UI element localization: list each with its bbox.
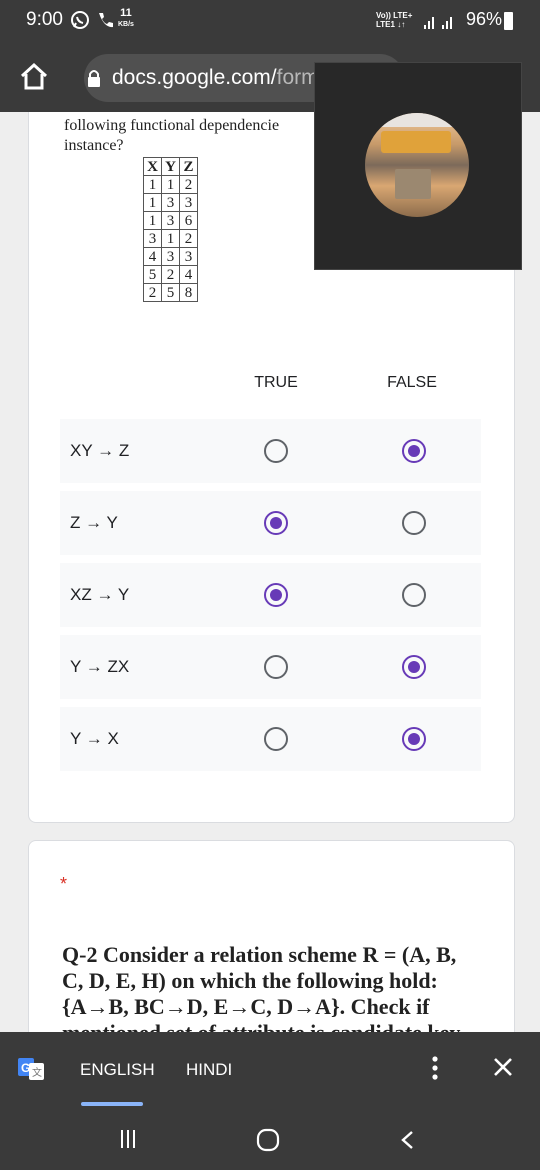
relation-cell: 6 [179, 211, 198, 230]
row-label: Y → ZX [70, 657, 130, 676]
relation-cell: 5 [161, 283, 180, 302]
relation-header: X [143, 157, 162, 176]
home-nav-icon[interactable] [256, 1128, 280, 1152]
battery-percent: 96% [466, 9, 503, 29]
relation-header: Z [179, 157, 198, 176]
back-icon[interactable] [400, 1130, 414, 1150]
recent-apps-icon[interactable] [118, 1129, 138, 1149]
status-time: 9:00 [26, 9, 63, 30]
relation-cell: 1 [143, 193, 162, 212]
grid-row-xy-z: XY → Z [60, 419, 481, 483]
url-text: docs.google.com/forms [112, 66, 329, 90]
relation-cell: 1 [161, 229, 180, 248]
svg-text:文: 文 [32, 1066, 42, 1079]
photo-sky [365, 113, 469, 127]
radio-false-xy-z[interactable] [402, 439, 426, 463]
relation-cell: 1 [143, 175, 162, 194]
whatsapp-icon [71, 11, 89, 29]
relation-cell: 1 [161, 175, 180, 194]
relation-row: 258 [143, 283, 198, 302]
relation-cell: 4 [143, 247, 162, 266]
lte-bottom: LTE1 ↓↑ [376, 20, 406, 29]
relation-cell: 4 [179, 265, 198, 284]
row-label: XY → Z [70, 441, 130, 460]
relation-cell: 2 [161, 265, 180, 284]
radio-true-xz-y[interactable] [264, 583, 288, 607]
status-bar: 9:00 11 KB/s Vo)) LTE+ LTE1 ↓↑ 96% [0, 0, 540, 44]
relation-cell: 2 [179, 175, 198, 194]
relation-cell: 1 [143, 211, 162, 230]
relation-row: 136 [143, 211, 198, 230]
relation-row: 433 [143, 247, 198, 266]
relation-header: Y [161, 157, 180, 176]
relation-row: 112 [143, 175, 198, 194]
grid-row-xz-y: XZ → Y [60, 563, 481, 627]
relation-header-row: X Y Z [143, 157, 198, 176]
relation-row: 524 [143, 265, 198, 284]
question-1-line-1: following functional dependencie [64, 117, 280, 134]
url-host: docs.google.com/ [112, 66, 277, 89]
radio-false-y-x[interactable] [402, 727, 426, 751]
picture-in-picture-popup[interactable] [314, 62, 522, 270]
relation-table: X Y Z 112 133 136 312 433 524 258 [143, 157, 198, 302]
speed-value: 11 [120, 7, 132, 19]
relation-cell: 2 [143, 283, 162, 302]
grid-row-y-zx: Y → ZX [60, 635, 481, 699]
row-label: Y → X [70, 729, 119, 748]
grid-row-z-y: Z → Y [60, 491, 481, 555]
relation-row: 133 [143, 193, 198, 212]
lock-icon [88, 70, 100, 87]
radio-true-y-x[interactable] [264, 727, 288, 751]
battery-icon [504, 12, 513, 30]
relation-cell: 3 [161, 247, 180, 266]
language-tab-english[interactable]: ENGLISH [80, 1060, 155, 1080]
close-icon[interactable] [492, 1056, 514, 1078]
required-mark: * [60, 874, 68, 894]
phone-icon [99, 13, 113, 28]
column-header-false: FALSE [387, 374, 437, 391]
svg-text:G: G [21, 1061, 30, 1075]
google-translate-icon[interactable]: G 文 [18, 1058, 44, 1080]
radio-false-z-y[interactable] [402, 511, 426, 535]
relation-cell: 3 [179, 247, 198, 266]
radio-false-xz-y[interactable] [402, 583, 426, 607]
radio-false-y-zx[interactable] [402, 655, 426, 679]
relation-cell: 8 [179, 283, 198, 302]
question-1-text: following functional dependencie instanc… [64, 116, 279, 156]
column-header-true: TRUE [254, 374, 298, 391]
translate-bar: G 文 ENGLISH HINDI [0, 1032, 540, 1106]
language-tab-hindi[interactable]: HINDI [186, 1060, 232, 1080]
radio-true-z-y[interactable] [264, 511, 288, 535]
radio-true-xy-z[interactable] [264, 439, 288, 463]
photo-train-bottom [395, 169, 431, 199]
lte-top: Vo)) LTE+ [376, 11, 413, 20]
question-2-text: Q-2 Consider a relation scheme R = (A, B… [62, 942, 460, 1045]
system-nav-bar [0, 1106, 540, 1170]
home-icon[interactable] [18, 62, 50, 92]
relation-cell: 3 [143, 229, 162, 248]
relation-cell: 3 [161, 193, 180, 212]
row-label: Z → Y [70, 513, 118, 532]
row-label: XZ → Y [70, 585, 130, 604]
network-speed: 11 KB/s [118, 8, 134, 30]
question-1-line-2: instance? [64, 137, 124, 154]
lte-indicator: Vo)) LTE+ LTE1 ↓↑ [376, 11, 412, 29]
radio-true-y-zx[interactable] [264, 655, 288, 679]
relation-cell: 3 [161, 211, 180, 230]
more-options-icon[interactable] [432, 1056, 438, 1080]
relation-cell: 2 [179, 229, 198, 248]
grid-row-y-x: Y → X [60, 707, 481, 771]
relation-row: 312 [143, 229, 198, 248]
photo-train-top [381, 131, 451, 153]
train-photo [365, 113, 469, 217]
relation-cell: 5 [143, 265, 162, 284]
relation-cell: 3 [179, 193, 198, 212]
signal-icon [424, 17, 452, 29]
speed-unit: KB/s [118, 21, 134, 28]
